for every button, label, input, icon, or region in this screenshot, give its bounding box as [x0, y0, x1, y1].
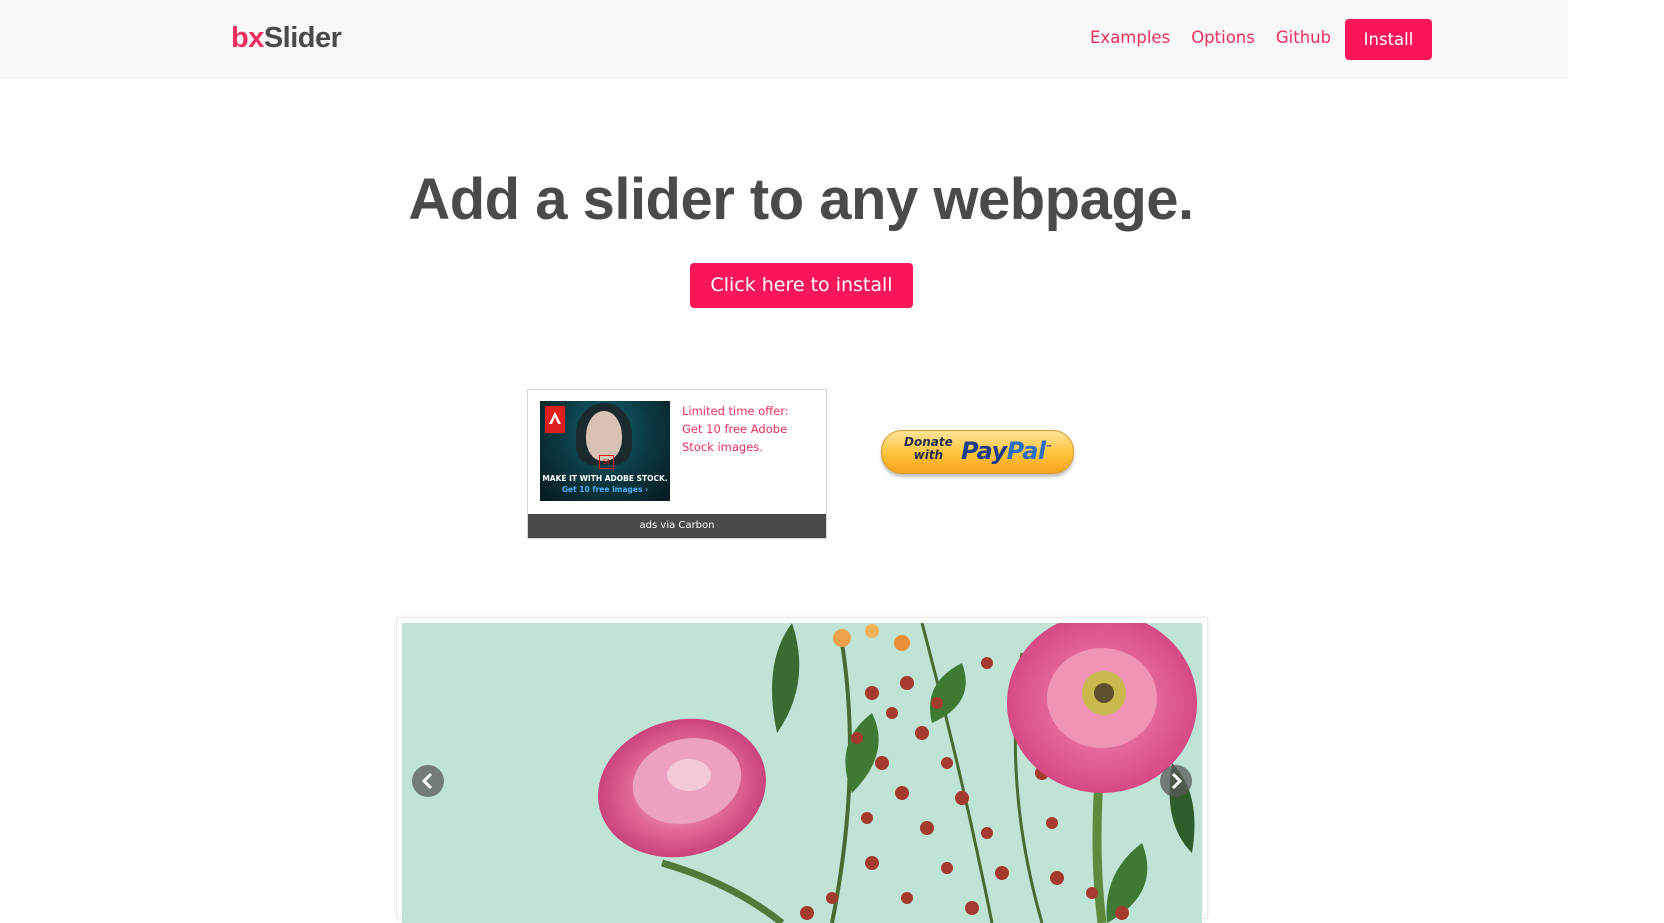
- slider-next-button[interactable]: [1160, 765, 1192, 797]
- nav-github-link[interactable]: Github: [1276, 28, 1331, 47]
- ad-image-caption: MAKE IT WITH ADOBE STOCK.: [542, 474, 668, 483]
- ad-image[interactable]: St MAKE IT WITH ADOBE STOCK. Get 10 free…: [540, 401, 670, 501]
- carbon-ad: St MAKE IT WITH ADOBE STOCK. Get 10 free…: [527, 389, 827, 539]
- slide-image: [402, 623, 1202, 923]
- top-navbar: bxSlider Examples Options Github Install: [0, 0, 1664, 79]
- ad-portrait-face: [586, 411, 622, 461]
- main-nav: Examples Options Github: [1090, 28, 1331, 47]
- paypal-logo-pay: Pay: [961, 437, 1007, 465]
- paypal-donate-text: Donate with: [904, 436, 953, 462]
- flower-photo: [402, 623, 1202, 923]
- adobe-stock-icon: St: [599, 455, 614, 469]
- install-cta-button[interactable]: Click here to install: [690, 263, 913, 308]
- nav-examples-link[interactable]: Examples: [1090, 28, 1170, 47]
- paypal-with-label: with: [913, 448, 944, 462]
- ad-text-link[interactable]: Limited time offer: Get 10 free Adobe St…: [682, 402, 812, 456]
- paypal-logo: PayPal™: [961, 437, 1053, 465]
- logo-suffix: Slider: [263, 22, 342, 54]
- nav-options-link[interactable]: Options: [1191, 28, 1255, 47]
- slider-prev-button[interactable]: [412, 765, 444, 797]
- logo-prefix: bx: [231, 22, 264, 54]
- paypal-logo-pal: Pal: [1006, 437, 1046, 465]
- ad-image-subcaption: Get 10 free images ›: [561, 485, 649, 494]
- adobe-logo-icon: [545, 406, 565, 433]
- site-logo[interactable]: bxSlider: [231, 22, 342, 55]
- install-button[interactable]: Install: [1345, 19, 1432, 60]
- chevron-left-icon: [421, 772, 433, 790]
- paypal-donate-button[interactable]: Donate with PayPal™: [881, 430, 1074, 474]
- image-slider: [396, 617, 1208, 923]
- ad-footer-link[interactable]: ads via Carbon: [528, 514, 826, 538]
- chevron-right-icon: [1171, 772, 1183, 790]
- page-title: Add a slider to any webpage.: [408, 167, 1194, 232]
- scrollbar-gutter: [1568, 0, 1664, 906]
